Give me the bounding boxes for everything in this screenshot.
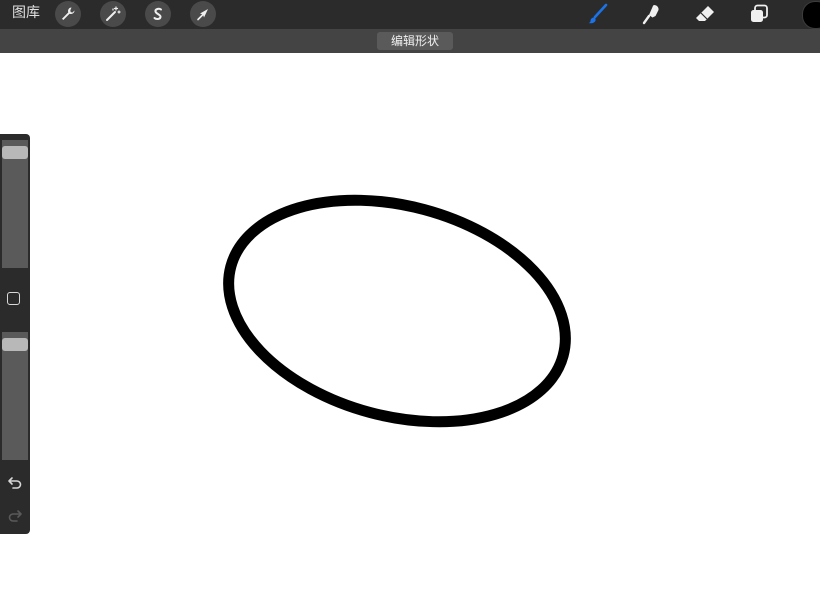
edit-shape-button[interactable]: 编辑形状 — [377, 32, 453, 50]
top-toolbar: 图库 — [0, 0, 820, 29]
modify-button[interactable] — [7, 292, 20, 305]
layers-icon[interactable] — [746, 2, 772, 26]
color-picker-button[interactable] — [802, 1, 820, 29]
brush-size-handle[interactable] — [2, 146, 28, 159]
magic-wand-icon[interactable] — [100, 1, 126, 27]
opacity-handle[interactable] — [2, 338, 28, 351]
wrench-icon[interactable] — [55, 1, 81, 27]
drawing-canvas[interactable] — [0, 53, 820, 601]
undo-icon[interactable] — [6, 473, 24, 491]
selection-icon[interactable] — [145, 1, 171, 27]
eraser-icon[interactable] — [692, 2, 718, 26]
left-sidebar — [0, 134, 30, 534]
edit-shape-bar: 编辑形状 — [0, 29, 820, 53]
brush-icon[interactable] — [585, 2, 611, 26]
brush-size-slider[interactable] — [2, 140, 28, 268]
opacity-slider[interactable] — [2, 332, 28, 460]
canvas-drawing — [204, 165, 591, 457]
smudge-icon[interactable] — [638, 2, 664, 26]
redo-icon[interactable] — [6, 506, 24, 524]
gallery-button[interactable]: 图库 — [12, 4, 40, 22]
ellipse-shape[interactable] — [204, 165, 591, 457]
transform-arrow-icon[interactable] — [190, 1, 216, 27]
